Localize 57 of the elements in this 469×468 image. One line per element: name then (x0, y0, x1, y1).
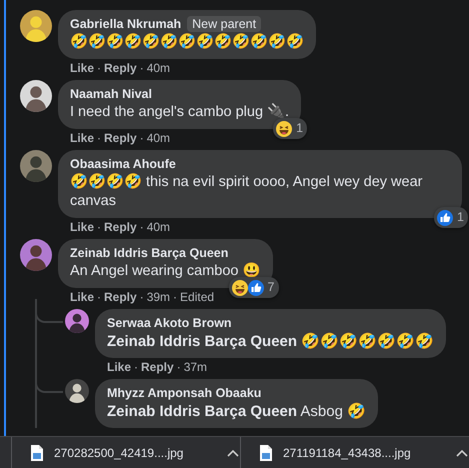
author-name[interactable]: Zeinab Iddris Barça Queen (70, 246, 228, 260)
action-link[interactable]: Like (70, 220, 94, 235)
chevron-up-icon (455, 448, 469, 458)
action-link[interactable]: Reply (104, 220, 137, 235)
action-link[interactable]: Like (70, 131, 94, 146)
dot-separator: · (97, 290, 102, 305)
timestamp[interactable]: 40m (146, 220, 170, 235)
action-link[interactable]: Reply (104, 290, 137, 305)
action-link[interactable]: Reply (104, 131, 137, 146)
comment-text: Zeinab Iddris Barça Queen 🤣🤣🤣🤣🤣🤣🤣 (107, 332, 434, 351)
timestamp[interactable]: 40m (146, 131, 170, 146)
avatar (20, 239, 52, 271)
action-link[interactable]: Like (70, 61, 94, 76)
dot-separator: · (140, 61, 144, 76)
dot-separator: · (97, 220, 102, 235)
author-name[interactable]: Mhyzz Amponsah Obaaku (107, 386, 262, 400)
image-file-icon (30, 444, 44, 462)
reaction-summary[interactable]: 1 (273, 118, 308, 139)
reaction-summary[interactable]: 1 (434, 207, 468, 228)
action-link[interactable]: Like (107, 360, 132, 375)
dot-separator: · (176, 360, 181, 375)
avatar (20, 10, 52, 42)
dot-separator: · (140, 131, 144, 146)
dot-separator: · (134, 360, 138, 375)
image-file-icon (259, 444, 273, 462)
member-badge: New parent (187, 16, 262, 32)
action-link[interactable]: Like (70, 290, 94, 305)
action-link[interactable]: Reply (104, 61, 137, 76)
reaction-summary[interactable]: 7 (228, 277, 278, 298)
dot-separator: · (97, 61, 102, 76)
edited-label[interactable]: Edited (180, 290, 214, 305)
author-name[interactable]: Serwaa Akoto Brown (107, 316, 232, 330)
timestamp[interactable]: 39m (146, 290, 170, 305)
download-filename[interactable]: 270282500_42419....jpg (54, 444, 216, 462)
laughing-face-icon (275, 120, 294, 138)
laughing-face-icon (230, 278, 249, 297)
avatar (20, 80, 52, 112)
avatar (65, 309, 89, 333)
thumbs-up-icon (246, 278, 265, 297)
download-filename[interactable]: 271191184_43438....jpg (283, 444, 445, 462)
comment-text: 🤣🤣🤣🤣🤣🤣🤣🤣🤣🤣🤣🤣🤣 (70, 33, 304, 52)
dot-separator: · (97, 131, 102, 146)
action-link[interactable]: Reply (141, 360, 174, 375)
dot-separator: · (140, 290, 144, 305)
comment-text: Zeinab Iddris Barça Queen Asbog 🤣 (107, 402, 366, 421)
chevron-up-icon (226, 448, 240, 458)
author-name[interactable]: Obaasima Ahoufe (70, 157, 176, 171)
avatar (20, 150, 52, 182)
timestamp[interactable]: 40m (146, 61, 170, 76)
thumbs-up-icon (436, 208, 454, 227)
dot-separator: · (140, 220, 144, 235)
author-name[interactable]: Gabriella Nkrumah (70, 17, 182, 31)
author-name[interactable]: Naamah Nival (70, 87, 152, 101)
timestamp[interactable]: 37m (184, 360, 208, 375)
dot-separator: · (173, 290, 178, 305)
avatar (65, 379, 89, 403)
comment-text: 🤣🤣🤣🤣 this na evil spirit oooo, Angel wey dey wear canvas (70, 173, 424, 211)
